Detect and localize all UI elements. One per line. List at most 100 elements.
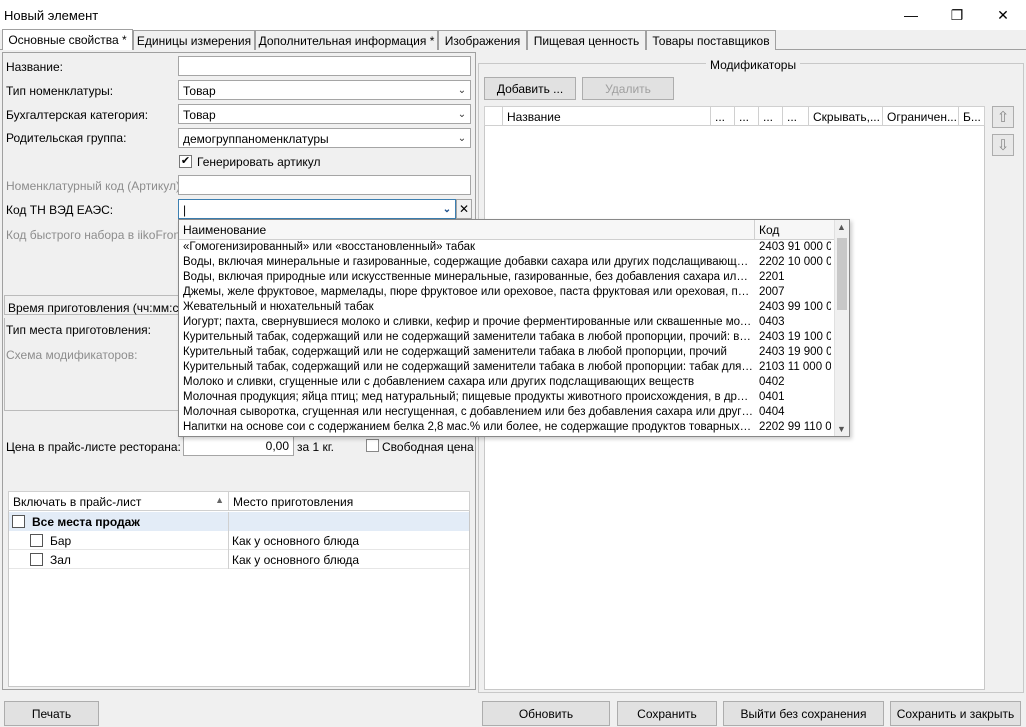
dropdown-col-name: Наименование: [183, 223, 267, 237]
item-name: «Гомогенизированный» или «восстановленны…: [183, 241, 476, 253]
col-include[interactable]: Включать в прайс-лист ▲: [9, 492, 229, 511]
col-4[interactable]: ...: [783, 107, 809, 126]
price-unit-label: за 1 кг.: [297, 440, 335, 454]
row-checkbox[interactable]: [30, 553, 43, 566]
print-button[interactable]: Печать: [4, 701, 99, 726]
list-item[interactable]: Курительный табак, содержащий или не сод…: [179, 361, 835, 376]
exit-without-save-button[interactable]: Выйти без сохранения: [723, 701, 884, 726]
tab-supplier-goods[interactable]: Товары поставщиков: [646, 30, 776, 50]
maximize-icon[interactable]: ❐: [934, 0, 980, 30]
row-name: Все места продаж: [32, 515, 140, 529]
delete-modifier-button[interactable]: Удалить: [582, 77, 674, 100]
cook-time-label: Время приготовления (чч:мм:сс):: [8, 301, 192, 315]
item-name: Курительный табак, содержащий или не сод…: [183, 361, 753, 373]
quick-code-label: Код быстрого набора в iikoFront:: [6, 228, 187, 242]
chevron-down-icon[interactable]: ⌄: [454, 129, 470, 147]
tab-units[interactable]: Единицы измерения: [133, 30, 255, 50]
name-label: Название:: [6, 60, 63, 74]
list-item[interactable]: Молочная сыворотка, сгущенная или несгущ…: [179, 406, 835, 421]
tab-additional-info[interactable]: Дополнительная информация *: [255, 30, 438, 50]
item-name: Воды, включая природные или искусственны…: [183, 271, 753, 283]
list-item[interactable]: «Гомогенизированный» или «восстановленны…: [179, 241, 835, 256]
col-b[interactable]: Б...: [959, 107, 984, 126]
row-place: Как у основного блюда: [232, 534, 360, 548]
list-item[interactable]: Молочная продукция; яйца птиц; мед натур…: [179, 391, 835, 406]
item-code: 0401: [759, 391, 785, 403]
name-input[interactable]: [178, 56, 471, 76]
tnved-dropdown[interactable]: Наименование Код «Гомогенизированный» ил…: [178, 219, 850, 437]
list-item[interactable]: Напитки на основе сои с содержанием белк…: [179, 421, 835, 436]
price-input[interactable]: 0,00: [183, 436, 294, 456]
tnved-value[interactable]: |: [183, 203, 186, 217]
tnved-combo[interactable]: | ⌄: [178, 199, 456, 219]
clear-icon[interactable]: ✕: [456, 199, 472, 219]
row-checkbox[interactable]: [12, 515, 25, 528]
dropdown-scrollbar[interactable]: ▲ ▼: [834, 220, 849, 436]
dropdown-col-code: Код: [759, 223, 780, 237]
scroll-down-icon[interactable]: ▼: [837, 424, 846, 434]
item-name: Напитки на основе сои с содержанием белк…: [183, 421, 753, 433]
item-code: 2403 19 100 0: [759, 331, 831, 343]
col-place[interactable]: Место приготовления: [229, 492, 470, 511]
list-item[interactable]: Курительный табак, содержащий или не сод…: [179, 331, 835, 346]
close-icon[interactable]: ✕: [980, 0, 1026, 30]
parent-group-label: Родительская группа:: [6, 131, 127, 145]
list-item[interactable]: Жевательный и нюхательный табак 2403 99 1…: [179, 301, 835, 316]
tab-images[interactable]: Изображения: [438, 30, 527, 50]
tab-main-properties[interactable]: Основные свойства *: [2, 29, 133, 50]
minimize-icon[interactable]: —: [888, 0, 934, 30]
divider: [228, 512, 229, 531]
item-name: Жевательный и нюхательный табак: [183, 301, 374, 313]
type-select[interactable]: Товар ⌄: [178, 80, 471, 100]
scrollbar-thumb[interactable]: [837, 238, 847, 310]
item-code: 2403 99 100 0: [759, 301, 831, 313]
article-input[interactable]: [178, 175, 471, 195]
col-limit[interactable]: Ограничен...: [883, 107, 959, 126]
item-code: 2007: [759, 286, 785, 298]
divider: [228, 550, 229, 569]
item-name: Воды, включая минеральные и газированные…: [183, 256, 753, 268]
list-item[interactable]: Йогурт; пахта, свернувшиеся молоко и сли…: [179, 316, 835, 331]
generate-article-checkbox[interactable]: ✔: [179, 155, 192, 168]
accounting-select[interactable]: Товар ⌄: [178, 104, 471, 124]
row-place: Как у основного блюда: [232, 553, 360, 567]
list-item[interactable]: Джемы, желе фруктовое, мармелады, пюре ф…: [179, 286, 835, 301]
chevron-down-icon[interactable]: ⌄: [439, 200, 455, 218]
list-item[interactable]: Курительный табак, содержащий или не сод…: [179, 346, 835, 361]
parent-group-select[interactable]: демогруппаноменклатуры ⌄: [178, 128, 471, 148]
save-and-close-button[interactable]: Сохранить и закрыть: [890, 701, 1021, 726]
price-label: Цена в прайс-листе ресторана:: [6, 440, 181, 454]
save-button[interactable]: Сохранить: [617, 701, 717, 726]
item-code: 2202 99 110 0: [759, 421, 831, 433]
col-name[interactable]: Название: [503, 107, 711, 126]
parent-group-value: демогруппаноменклатуры: [183, 132, 329, 146]
scroll-up-icon[interactable]: ▲: [837, 222, 846, 232]
type-label: Тип номенклатуры:: [6, 84, 114, 98]
list-item[interactable]: Воды, включая природные или искусственны…: [179, 271, 835, 286]
col-3[interactable]: ...: [759, 107, 783, 126]
table-row[interactable]: Все места продаж: [9, 512, 469, 531]
table-row[interactable]: Бар Как у основного блюда: [9, 531, 469, 550]
add-modifier-button[interactable]: Добавить ...: [484, 77, 576, 100]
chevron-down-icon[interactable]: ⌄: [454, 105, 470, 123]
modifiers-header: Название ... ... ... ... Скрывать,... Ог…: [484, 106, 985, 126]
free-price-checkbox[interactable]: [366, 439, 379, 452]
move-up-icon[interactable]: ⇧: [992, 106, 1014, 128]
item-name: Курительный табак, содержащий или не сод…: [183, 331, 753, 343]
table-row[interactable]: Зал Как у основного блюда: [9, 550, 469, 569]
type-value: Товар: [183, 84, 216, 98]
window-title: Новый элемент: [4, 8, 99, 23]
divider: [754, 220, 755, 239]
col-1[interactable]: ...: [711, 107, 735, 126]
move-down-icon[interactable]: ⇩: [992, 134, 1014, 156]
col-hide[interactable]: Скрывать,...: [809, 107, 883, 126]
row-checkbox[interactable]: [30, 534, 43, 547]
chevron-down-icon[interactable]: ⌄: [454, 81, 470, 99]
sort-up-icon: ▲: [215, 495, 224, 505]
tab-nutrition[interactable]: Пищевая ценность: [527, 30, 646, 50]
col-indicator: [485, 107, 503, 126]
refresh-button[interactable]: Обновить: [482, 701, 610, 726]
col-2[interactable]: ...: [735, 107, 759, 126]
list-item[interactable]: Воды, включая минеральные и газированные…: [179, 256, 835, 271]
list-item[interactable]: Молоко и сливки, сгущенные или с добавле…: [179, 376, 835, 391]
